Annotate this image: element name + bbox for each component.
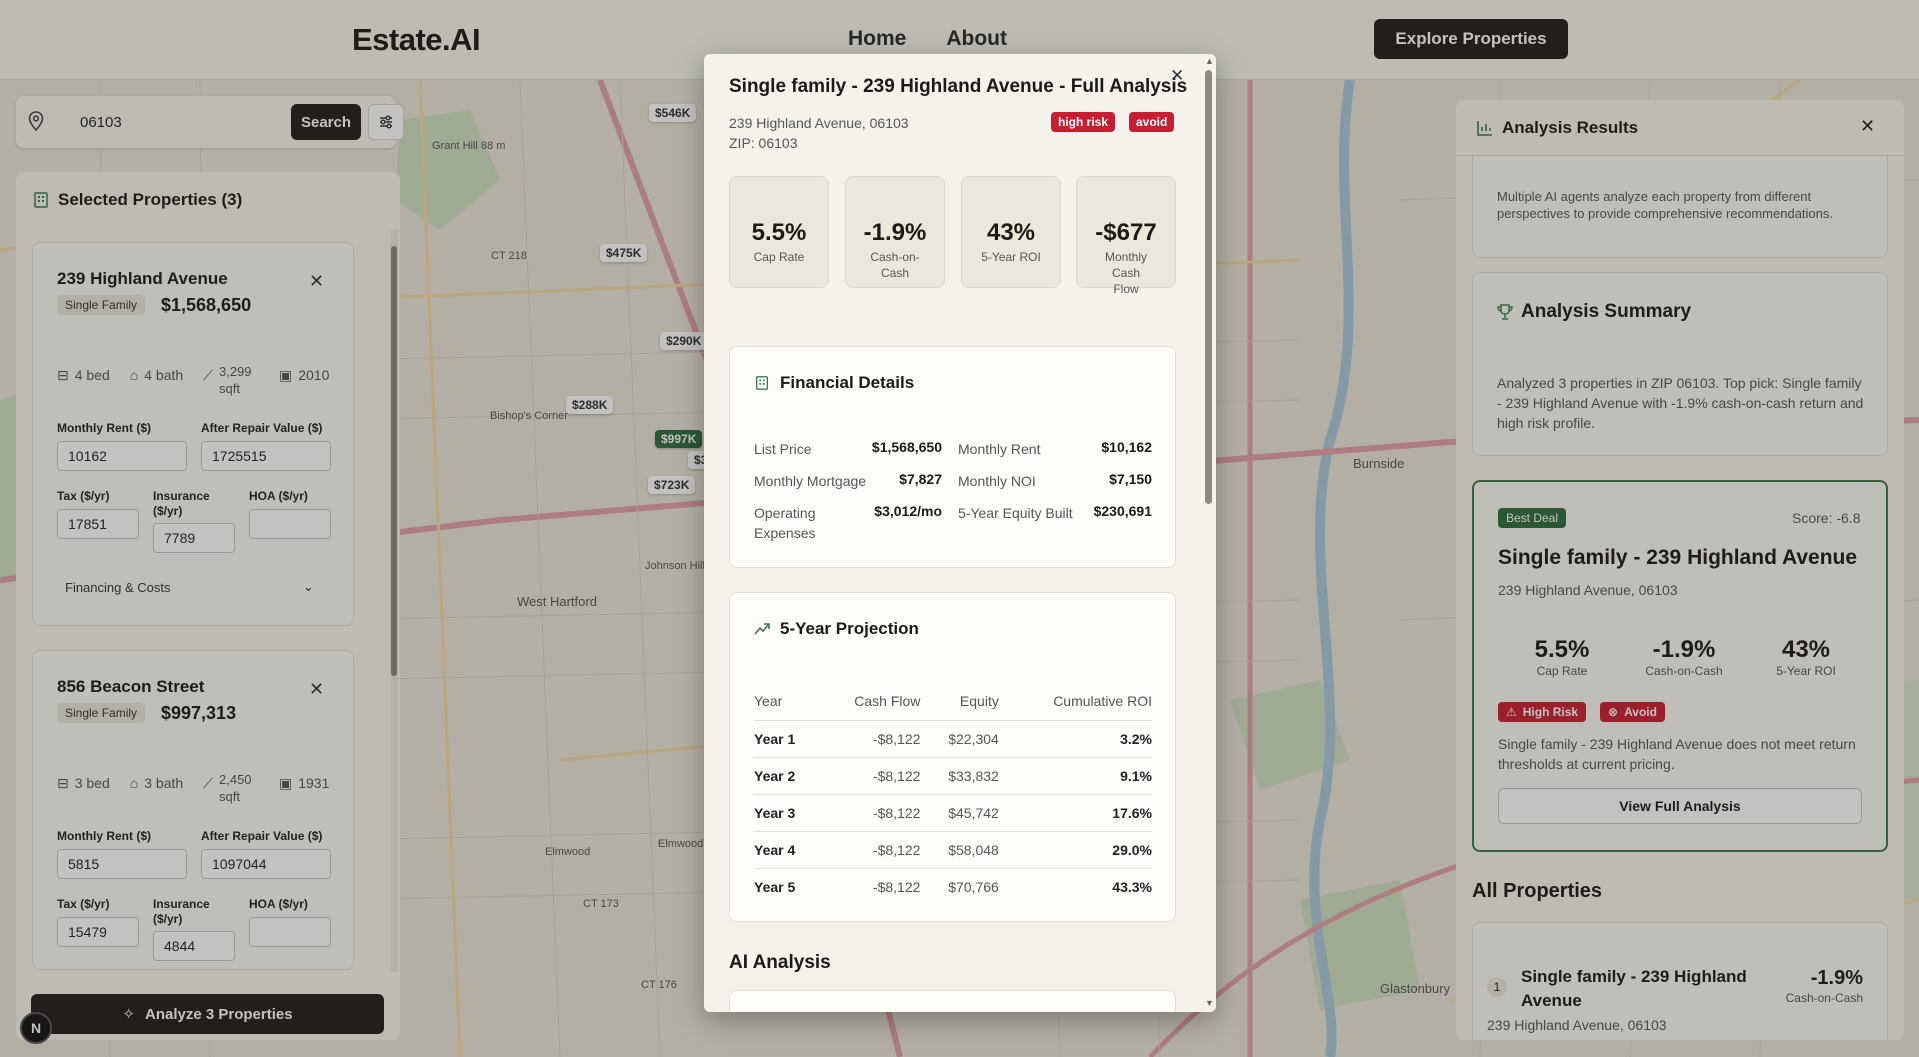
table-row: Year 3 -$8,122 $45,742 17.6% [754,794,1152,832]
fin-label: List Price [754,441,812,457]
scroll-up-icon[interactable]: ▲ [1205,56,1214,66]
table-cell: Year 1 [754,720,818,758]
scroll-thumb[interactable] [1205,70,1212,504]
modal-address: 239 Highland Avenue, 06103 ZIP: 06103 [729,113,909,153]
fin-label: Monthly NOI [958,473,1036,489]
fin-value: $10,162 [1101,439,1152,455]
metric-value: 43% [986,219,1036,246]
fin-label: 5-Year Equity Built [958,505,1073,521]
metric-label: Monthly Cash Flow [1104,250,1148,296]
table-row: Year 5 -$8,122 $70,766 43.3% [754,868,1152,905]
table-row: Year 4 -$8,122 $58,048 29.0% [754,831,1152,869]
projection-table: Year Cash Flow Equity Cumulative ROI Yea… [754,683,1152,905]
fin-value: $7,150 [1109,471,1152,487]
table-cell: 29.0% [998,831,1152,869]
column-header: Year [754,683,818,721]
table-cell: -$8,122 [817,794,921,832]
table-cell: -$8,122 [817,720,921,758]
card-title-text: 5-Year Projection [780,619,919,638]
trending-up-icon [754,623,770,635]
table-cell: $70,766 [948,878,999,895]
modal-scrollbar[interactable]: ▲ ▼ [1202,54,1216,1012]
address-line: 239 Highland Avenue, 06103 [729,115,909,131]
table-row: Year 2 -$8,122 $33,832 9.1% [754,757,1152,795]
table-cell: 43.3% [1112,878,1152,895]
table-cell: -$8,122 [817,831,921,869]
table-cell: Year 4 [754,831,818,869]
modal-title: Single family - 239 Highland Avenue - Fu… [729,76,1188,97]
fin-value: $230,691 [1093,503,1152,519]
column-header: Equity [920,683,999,721]
table-row: Year 1 -$8,122 $22,304 3.2% [754,720,1152,758]
full-analysis-modal: Single family - 239 Highland Avenue - Fu… [704,54,1216,1012]
zip-line: ZIP: 06103 [729,135,798,151]
projection-card: 5-Year Projection Year Cash Flow Equity … [729,592,1176,922]
close-modal-icon[interactable]: ✕ [1170,66,1184,86]
verdict-badge: avoid [1129,112,1175,132]
table-cell: $45,742 [920,794,999,832]
metric-label: Cap Rate [753,250,805,264]
table-cell: $33,832 [920,757,999,795]
metric-value: -1.9% [863,219,927,246]
table-cell: 17.6% [998,794,1152,832]
fin-value: $1,568,650 [871,439,942,455]
metric-five-year-roi: 43% 5-Year ROI [961,176,1061,288]
metric-cash-on-cash: -1.9% Cash-on-Cash [845,176,945,288]
building-icon [756,376,768,390]
ai-analysis-title: AI Analysis [729,952,831,973]
column-header: Cumulative ROI [998,683,1152,721]
fin-label: Monthly Rent [958,441,1041,457]
table-header-row: Year Cash Flow Equity Cumulative ROI [754,683,1152,721]
table-cell: $22,304 [920,720,999,758]
fin-value: $7,827 [899,471,942,487]
risk-badge: high risk [1051,112,1116,132]
metric-value: 5.5% [751,219,807,246]
table-cell: 9.1% [998,757,1152,795]
ai-analysis-card [729,990,1176,1012]
metric-value: -$677 [1095,219,1157,246]
table-cell: Year 3 [754,794,818,832]
metric-cap-rate: 5.5% Cap Rate [729,176,829,288]
table-cell: $58,048 [920,831,999,869]
fin-label: Operating Expenses [754,505,816,541]
fin-value: $3,012/mo [874,503,942,519]
financial-details-card: Financial Details List Price $1,568,650 … [729,346,1176,568]
scroll-down-icon[interactable]: ▼ [1205,998,1214,1008]
table-cell: -$8,122 [872,878,921,895]
metric-monthly-cash-flow: -$677 Monthly Cash Flow [1076,176,1176,296]
metric-label: Cash-on-Cash [870,250,920,280]
table-cell: Year 2 [754,757,818,795]
column-header: Cash Flow [817,683,921,721]
card-title: 5-Year Projection [754,619,919,639]
table-cell: -$8,122 [817,757,921,795]
card-title-text: Financial Details [780,373,915,392]
metric-label: 5-Year ROI [981,250,1041,264]
table-cell: 3.2% [998,720,1152,758]
table-cell: Year 5 [754,878,796,895]
card-title: Financial Details [754,373,914,393]
